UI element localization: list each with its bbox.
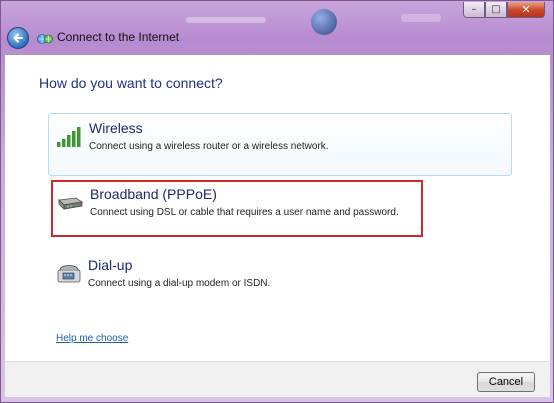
wireless-signal-icon [57,127,81,147]
dialog-content: How do you want to connect? Wireless Con… [5,54,550,362]
cancel-button[interactable]: Cancel [477,372,535,392]
back-button[interactable] [7,27,29,49]
dialog-footer: Cancel [5,361,550,397]
dialup-modem-icon [57,265,81,283]
maximize-button[interactable]: □ [485,2,507,18]
frame-decoration [401,14,441,22]
frame-decoration [186,17,266,23]
option-description: Connect using a wireless router or a wir… [89,141,329,152]
option-wireless[interactable]: Wireless Connect using a wireless router… [48,113,512,176]
minimize-button[interactable]: – [463,2,485,18]
option-dialup[interactable]: Dial-up Connect using a dial-up modem or… [48,251,512,295]
page-heading: How do you want to connect? [39,75,223,91]
caption-buttons: – □ ✕ [463,2,545,18]
option-title: Wireless [89,120,143,136]
option-broadband[interactable]: Broadband (PPPoE) Connect using DSL or c… [51,180,423,237]
option-description: Connect using a dial-up modem or ISDN. [88,278,271,289]
background-globe-icon [311,9,337,35]
window-title: Connect to the Internet [57,30,180,44]
option-description: Connect using DSL or cable that requires… [90,207,399,218]
back-arrow-icon [13,33,23,43]
option-title: Broadband (PPPoE) [90,186,217,202]
broadband-modem-icon [58,197,84,210]
option-title: Dial-up [88,257,133,273]
window-frame: – □ ✕ Connect to the Internet How do you… [0,0,554,403]
close-button[interactable]: ✕ [507,2,545,18]
help-me-choose-link[interactable]: Help me choose [56,333,128,344]
network-globe-icon [37,34,53,44]
